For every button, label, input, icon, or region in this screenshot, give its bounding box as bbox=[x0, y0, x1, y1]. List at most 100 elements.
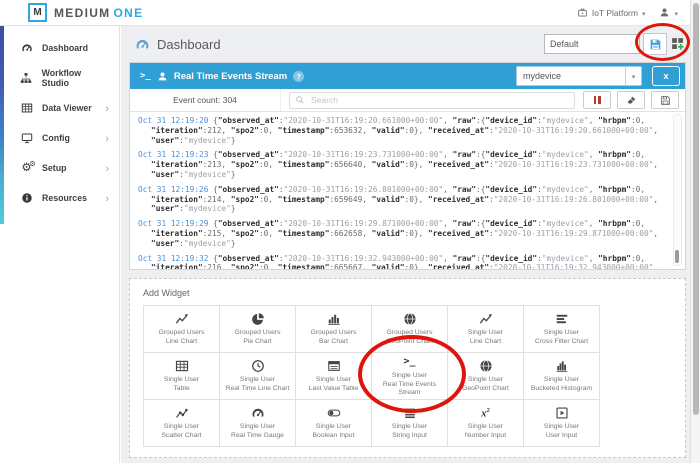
widget-single-user-last-value-table[interactable]: Single User Last Value Table bbox=[296, 353, 371, 399]
widget-type-label: Line Chart bbox=[166, 338, 197, 347]
widget-type-label: GeoPoint Chart bbox=[462, 385, 509, 394]
event-timestamp: Oct 31 12:19:26 bbox=[138, 185, 208, 194]
chevron-right-icon: › bbox=[105, 99, 109, 117]
log-scrollbar-thumb[interactable] bbox=[675, 250, 679, 263]
real-time-events-stream-widget: >_ Real Time Events Stream ? mydevice ▾ … bbox=[129, 62, 686, 270]
widget-scope-label: Grouped Users bbox=[158, 329, 204, 338]
dashboard-name-input[interactable] bbox=[544, 34, 640, 54]
stream-widget-header[interactable]: >_ Real Time Events Stream ? mydevice ▾ … bbox=[130, 63, 685, 89]
stream-toolbar: Event count: 304 bbox=[130, 89, 685, 112]
save-outline-icon bbox=[660, 95, 671, 106]
brand-medium: MEDIUM bbox=[54, 6, 110, 20]
widget-single-user-geopoint-chart[interactable]: Single User GeoPoint Chart bbox=[448, 353, 523, 399]
widget-single-user-bucketed-histogram[interactable]: Single User Bucketed Histogram bbox=[524, 353, 599, 399]
event-timestamp: Oct 31 12:19:20 bbox=[138, 116, 208, 125]
brand-name: MEDIUMONE bbox=[54, 6, 143, 20]
search-input[interactable] bbox=[309, 94, 569, 106]
widget-grouped-users-line-chart[interactable]: Grouped Users Line Chart bbox=[144, 306, 219, 352]
widget-grouped-users-geopoint-chart[interactable]: Grouped Users GeoPoint Chart bbox=[372, 306, 447, 352]
event-count: Event count: 304 bbox=[130, 89, 281, 111]
widget-scope-label: Single User bbox=[164, 423, 199, 432]
brand-one: ONE bbox=[113, 6, 143, 20]
terminal-icon: >_ bbox=[403, 354, 415, 369]
user-icon bbox=[157, 71, 168, 82]
help-icon[interactable]: ? bbox=[293, 71, 304, 82]
platform-menu-label: IoT Platform bbox=[592, 8, 638, 18]
chevron-right-icon: › bbox=[105, 159, 109, 177]
widget-single-user-real-time-line-chart[interactable]: Single User Real Time Line Chart bbox=[220, 353, 295, 399]
sidebar-item-data-viewer[interactable]: Data Viewer › bbox=[0, 93, 119, 123]
pause-stream-button[interactable] bbox=[583, 91, 611, 109]
logo-letter: M bbox=[33, 7, 41, 18]
widget-single-user-line-chart[interactable]: Single User Line Chart bbox=[448, 306, 523, 352]
sidebar-item-dashboard[interactable]: Dashboard bbox=[0, 33, 119, 63]
widget-single-user-cross-filter-chart[interactable]: Single User Cross Filter Chart bbox=[524, 306, 599, 352]
widget-scope-label: Single User bbox=[468, 329, 503, 338]
terminal-icon: >_ bbox=[140, 71, 151, 81]
widget-grouped-users-bar-chart[interactable]: Grouped Users Bar Chart bbox=[296, 306, 371, 352]
widget-single-user-boolean-input[interactable]: Single User Boolean Input bbox=[296, 400, 371, 446]
event-timestamp: Oct 31 12:19:32 bbox=[138, 254, 208, 263]
page-title-label: Dashboard bbox=[157, 37, 221, 52]
widget-grouped-users-pie-chart[interactable]: Grouped Users Pie Chart bbox=[220, 306, 295, 352]
widget-scope-label: Single User bbox=[544, 329, 579, 338]
gauge-icon bbox=[20, 42, 33, 55]
page-title: Dashboard bbox=[135, 37, 221, 52]
widget-single-user-real-time-events-stream[interactable]: >_ Single User Real Time Events Stream bbox=[372, 353, 447, 399]
sidebar-item-resources[interactable]: Resources › bbox=[0, 183, 119, 213]
line-chart-icon bbox=[175, 311, 189, 326]
pause-icon bbox=[594, 96, 601, 104]
widget-single-user-string-input[interactable]: Single User String Input bbox=[372, 400, 447, 446]
widget-type-label: Last Value Table bbox=[309, 385, 359, 394]
gauge-icon bbox=[251, 405, 265, 420]
line-chart-icon bbox=[479, 311, 493, 326]
device-select[interactable]: mydevice ▾ bbox=[516, 66, 642, 86]
widget-single-user-table[interactable]: Single User Table bbox=[144, 353, 219, 399]
sidebar-item-label: Dashboard bbox=[42, 43, 88, 53]
clock-icon bbox=[251, 358, 265, 373]
monitor-icon bbox=[20, 132, 33, 145]
widget-scope-label: Single User bbox=[240, 376, 275, 385]
widget-grid: Grouped Users Line Chart Grouped Users P… bbox=[143, 305, 600, 447]
user-menu[interactable]: ▾ bbox=[659, 7, 678, 18]
event-count-value: 304 bbox=[223, 95, 237, 105]
widget-single-user-scatter-chart[interactable]: Single User Scatter Chart bbox=[144, 400, 219, 446]
page-scrollbar-thumb[interactable] bbox=[693, 3, 699, 415]
table-icon bbox=[175, 358, 189, 373]
scatter-chart-icon bbox=[175, 405, 189, 420]
widget-single-user-user-input[interactable]: Single User User Input bbox=[524, 400, 599, 446]
widget-type-label: Cross Filter Chart bbox=[535, 338, 588, 347]
widget-scope-label: Single User bbox=[392, 423, 427, 432]
add-dashboard-widget-button[interactable] bbox=[670, 35, 686, 53]
topbar-right-menus: IoT Platform ▾ ▾ bbox=[577, 7, 678, 18]
log-entry: Oct 31 12:19:32 {"observed_at":"2020-10-… bbox=[138, 254, 661, 269]
clear-stream-button[interactable] bbox=[617, 91, 645, 109]
event-timestamp: Oct 31 12:19:23 bbox=[138, 150, 208, 159]
sidebar-item-label: Data Viewer bbox=[42, 103, 92, 113]
globe-icon bbox=[479, 358, 493, 373]
medium-one-logo[interactable]: M bbox=[28, 3, 47, 22]
save-dashboard-button[interactable] bbox=[643, 33, 667, 55]
widget-single-user-number-input[interactable]: x2 Single User Number Input bbox=[448, 400, 523, 446]
widget-scope-label: Grouped Users bbox=[310, 329, 356, 338]
widget-type-label: Bucketed Histogram bbox=[531, 385, 592, 394]
widget-scope-label: Grouped Users bbox=[386, 329, 432, 338]
widget-type-label: String Input bbox=[392, 432, 427, 441]
sidebar-item-workflow-studio[interactable]: Workflow Studio bbox=[0, 63, 119, 93]
export-stream-button[interactable] bbox=[651, 91, 679, 109]
dashboard-controls bbox=[544, 33, 686, 55]
close-widget-button[interactable]: x bbox=[652, 66, 680, 86]
platform-menu[interactable]: IoT Platform ▾ bbox=[577, 7, 646, 18]
widget-type-label: Real Time Events Stream bbox=[372, 381, 447, 399]
pie-chart-icon bbox=[251, 311, 265, 326]
widget-scope-label: Single User bbox=[316, 423, 351, 432]
log-scrollbar[interactable] bbox=[673, 114, 682, 266]
page-scrollbar[interactable] bbox=[690, 0, 700, 463]
sidebar-item-config[interactable]: Config › bbox=[0, 123, 119, 153]
briefcase-icon bbox=[577, 7, 588, 18]
sidebar-item-setup[interactable]: ⚙⚙ Setup › bbox=[0, 153, 119, 183]
widget-scope-label: Grouped Users bbox=[234, 329, 280, 338]
widget-single-user-real-time-gauge[interactable]: Single User Real Time Gauge bbox=[220, 400, 295, 446]
events-log: Oct 31 12:19:20 {"observed_at":"2020-10-… bbox=[130, 112, 685, 269]
widget-type-label: Bar Chart bbox=[319, 338, 348, 347]
